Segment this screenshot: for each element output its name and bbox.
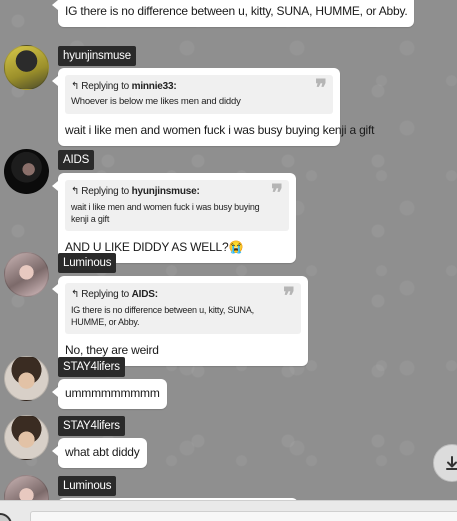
message-bubble: ummmmmmmmm [52, 379, 167, 409]
message-bubble: IG there is no difference between u, kit… [51, 0, 415, 27]
quoted-text: IG there is no difference between u, kit… [71, 305, 254, 327]
message-bubble: ↰ Replying to AIDS: IG there is no differ… [52, 276, 308, 366]
username[interactable]: STAY4lifers [58, 416, 125, 436]
message-composer [0, 500, 457, 521]
reply-arrow-icon: ↰ [71, 289, 80, 300]
message-bubble: what abt diddy [52, 438, 147, 468]
reply-quote[interactable]: ↰ Replying to minnie33: Whoever is below … [65, 75, 333, 114]
avatar[interactable] [4, 252, 49, 297]
message-text: what abt diddy [65, 445, 140, 459]
quote-mark-icon: ❞ [283, 283, 295, 308]
reply-target: AIDS: [131, 289, 158, 300]
avatar[interactable] [4, 415, 49, 460]
username[interactable]: Luminous [58, 476, 117, 496]
username[interactable]: Luminous [58, 253, 117, 273]
username[interactable]: AIDS [58, 150, 95, 170]
reply-label: Replying to [81, 289, 130, 300]
arrow-down-to-line-icon [446, 456, 457, 470]
message-bubble: ↰ Replying to hyunjinsmuse: wait i like m… [52, 173, 296, 263]
message-text: wait i like men and women fuck i was bus… [65, 123, 375, 137]
avatar[interactable] [4, 45, 49, 90]
reply-label: Replying to [81, 186, 130, 197]
message-input[interactable] [30, 511, 457, 521]
chat-message-list[interactable]: IG there is no difference between u, kit… [0, 0, 457, 500]
avatar[interactable] [4, 356, 49, 401]
avatar[interactable] [0, 513, 12, 521]
quote-mark-icon: ❞ [271, 180, 283, 205]
username[interactable]: hyunjinsmuse [58, 46, 136, 66]
reply-arrow-icon: ↰ [71, 186, 80, 197]
reply-header: ↰ Replying to minnie33: [71, 80, 305, 93]
avatar[interactable] [4, 149, 49, 194]
reply-arrow-icon: ↰ [71, 81, 80, 92]
reply-quote[interactable]: ↰ Replying to AIDS: IG there is no differ… [65, 283, 301, 334]
username[interactable]: STAY4lifers [58, 357, 125, 377]
avatar[interactable] [4, 475, 49, 500]
message-text: ummmmmmmmm [65, 386, 160, 400]
reply-target: minnie33: [131, 81, 177, 92]
quoted-text: wait i like men and women fuck i was bus… [71, 202, 260, 224]
message-text: No, they are weird [65, 343, 159, 357]
reply-header: ↰ Replying to AIDS: [71, 288, 273, 301]
message-text: IG there is no difference between u, kit… [65, 4, 408, 18]
reply-target: hyunjinsmuse: [131, 186, 200, 197]
quoted-text: Whoever is below me likes men and diddy [71, 96, 241, 107]
quote-mark-icon: ❞ [315, 75, 327, 100]
reply-label: Replying to [81, 81, 130, 92]
reply-quote[interactable]: ↰ Replying to hyunjinsmuse: wait i like m… [65, 180, 289, 231]
message-bubble: ↰ Replying to minnie33: Whoever is below … [52, 68, 375, 146]
reply-header: ↰ Replying to hyunjinsmuse: [71, 185, 261, 198]
